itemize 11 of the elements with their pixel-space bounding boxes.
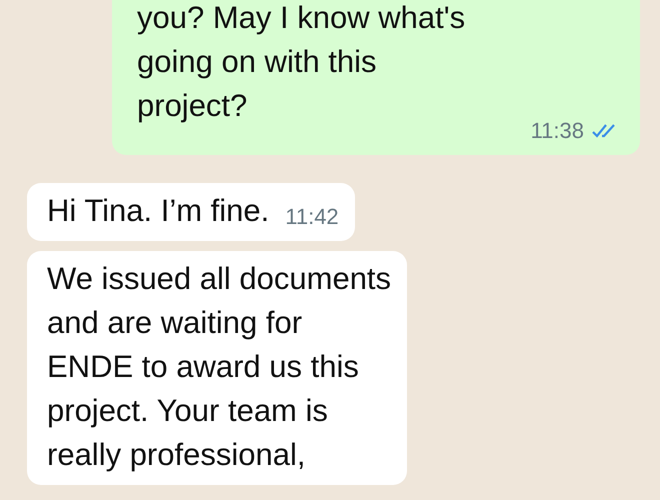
message-text: Hi Tina. I’m fine. bbox=[47, 192, 270, 230]
message-text: and are waiting for bbox=[47, 304, 304, 342]
message-text: going on with this bbox=[137, 43, 378, 81]
message-text: We issued all documents bbox=[47, 260, 392, 298]
message-text: ENDE to award us this bbox=[47, 348, 360, 386]
message-time: 11:38 bbox=[530, 117, 584, 145]
message-text: you? May I know what's bbox=[137, 0, 466, 37]
message-text: project. Your team is bbox=[47, 392, 329, 430]
message-text: really professional, bbox=[47, 436, 306, 474]
message-time: 11:42 bbox=[285, 203, 339, 231]
message-text: project? bbox=[137, 87, 248, 125]
